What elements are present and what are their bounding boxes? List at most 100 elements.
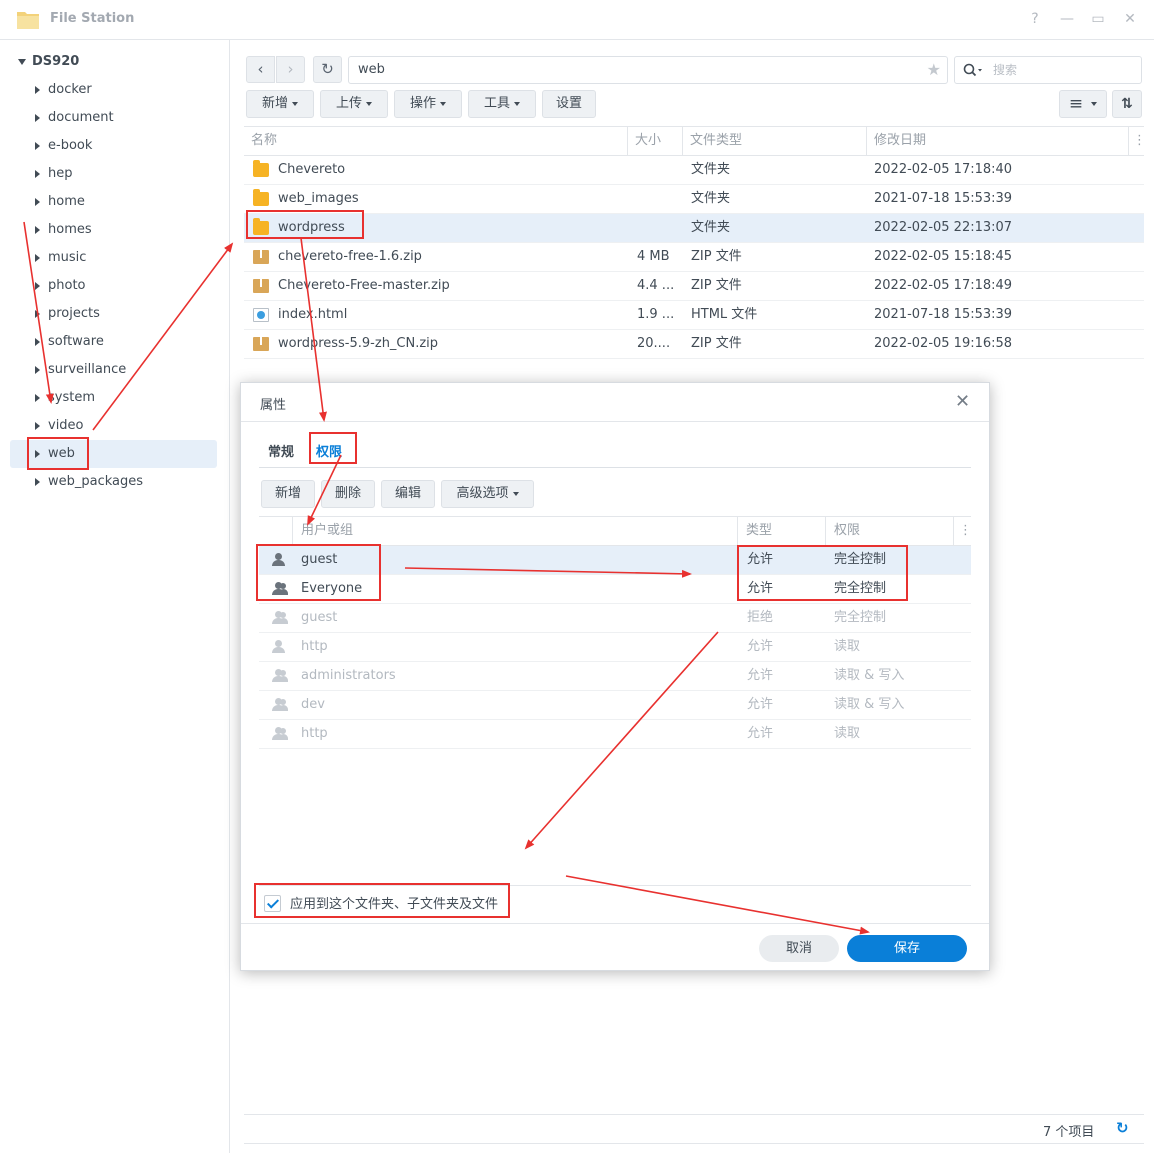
- save-button[interactable]: 保存: [847, 935, 967, 962]
- column-permission[interactable]: 权限: [826, 517, 954, 545]
- perm-delete-button[interactable]: 删除: [321, 480, 375, 508]
- action-button[interactable]: 操作: [394, 90, 462, 118]
- user-icon: [271, 640, 287, 654]
- permission-level: 读取: [834, 639, 861, 654]
- refresh-button[interactable]: ↻: [313, 56, 342, 83]
- column-size[interactable]: 大小: [628, 127, 683, 155]
- caret-right-icon[interactable]: [35, 366, 40, 374]
- tree-item-label: document: [48, 110, 114, 125]
- permission-row[interactable]: guest 拒绝 完全控制: [259, 604, 971, 633]
- file-modified: 2021-07-18 15:53:39: [874, 307, 1013, 322]
- tree-item-music[interactable]: music: [10, 244, 217, 272]
- dialog-close-icon[interactable]: ✕: [955, 391, 970, 412]
- file-row[interactable]: index.html 1.9 ... HTML 文件 2021-07-18 15…: [244, 301, 1144, 330]
- tree-item-home[interactable]: home: [10, 188, 217, 216]
- folder-tree: DS920 docker document e-book hep home ho…: [0, 40, 230, 1153]
- path-bar[interactable]: web ★: [348, 56, 948, 84]
- upload-button[interactable]: 上传: [320, 90, 388, 118]
- caret-right-icon[interactable]: [35, 226, 40, 234]
- minimize-icon[interactable]: —: [1058, 10, 1076, 28]
- column-menu-icon[interactable]: ⋮: [1129, 127, 1146, 155]
- tree-item-photo[interactable]: photo: [10, 272, 217, 300]
- close-icon[interactable]: ✕: [1121, 10, 1139, 28]
- caret-right-icon[interactable]: [35, 422, 40, 430]
- file-row[interactable]: wordpress-5.9-zh_CN.zip 20.... ZIP 文件 20…: [244, 330, 1144, 359]
- dropdown-arrow-icon: [514, 101, 520, 106]
- permission-row[interactable]: http 允许 读取: [259, 633, 971, 662]
- column-name[interactable]: 名称: [244, 127, 628, 155]
- column-user-group[interactable]: 用户或组: [293, 517, 738, 545]
- file-type: ZIP 文件: [691, 336, 742, 351]
- search-input[interactable]: [993, 60, 1133, 80]
- tree-item-e-book[interactable]: e-book: [10, 132, 217, 160]
- tab-general[interactable]: 常规: [268, 441, 294, 460]
- new-button[interactable]: 新增: [246, 90, 314, 118]
- file-row[interactable]: Chevereto-Free-master.zip 4.4 ... ZIP 文件…: [244, 272, 1144, 301]
- caret-right-icon[interactable]: [35, 310, 40, 318]
- tree-item-hep[interactable]: hep: [10, 160, 217, 188]
- refresh-icon[interactable]: ↻: [1116, 1119, 1129, 1137]
- permission-row[interactable]: administrators 允许 读取 & 写入: [259, 662, 971, 691]
- caret-right-icon[interactable]: [35, 86, 40, 94]
- settings-button[interactable]: 设置: [542, 90, 596, 118]
- file-name: wordpress-5.9-zh_CN.zip: [278, 336, 439, 351]
- tree-item-projects[interactable]: projects: [10, 300, 217, 328]
- caret-right-icon[interactable]: [35, 338, 40, 346]
- file-type: ZIP 文件: [691, 278, 742, 293]
- tree-root-label: DS920: [32, 54, 80, 69]
- view-mode-button[interactable]: ≡: [1059, 90, 1107, 118]
- tree-root-ds920[interactable]: DS920: [18, 54, 79, 74]
- forward-button[interactable]: ›: [276, 56, 305, 83]
- caret-right-icon[interactable]: [35, 394, 40, 402]
- maximize-icon[interactable]: ▭: [1089, 10, 1107, 28]
- tree-item-surveillance[interactable]: surveillance: [10, 356, 217, 384]
- file-size: 4 MB: [637, 249, 670, 264]
- tree-item-web-packages[interactable]: web_packages: [10, 468, 217, 496]
- search-icon[interactable]: [963, 57, 983, 83]
- caret-right-icon[interactable]: [35, 142, 40, 150]
- column-modified[interactable]: 修改日期: [867, 127, 1129, 155]
- caret-right-icon[interactable]: [35, 170, 40, 178]
- title-bar: File Station ? — ▭ ✕: [0, 0, 1154, 40]
- column-perm-type[interactable]: 类型: [738, 517, 826, 545]
- caret-right-icon[interactable]: [35, 478, 40, 486]
- cancel-button[interactable]: 取消: [759, 935, 839, 962]
- upload-button-label: 上传: [335, 96, 362, 111]
- star-icon[interactable]: ★: [927, 57, 941, 83]
- help-icon[interactable]: ?: [1026, 10, 1044, 28]
- dialog-footer-divider: [241, 923, 989, 924]
- tree-item-homes[interactable]: homes: [10, 216, 217, 244]
- column-menu-icon[interactable]: ⋮: [954, 517, 972, 545]
- advanced-options-button[interactable]: 高级选项: [441, 480, 534, 508]
- perm-new-button[interactable]: 新增: [261, 480, 315, 508]
- file-type: 文件夹: [691, 220, 731, 235]
- caret-right-icon[interactable]: [35, 198, 40, 206]
- file-size: 20....: [637, 336, 671, 351]
- tree-item-software[interactable]: software: [10, 328, 217, 356]
- caret-right-icon[interactable]: [35, 282, 40, 290]
- tree-item-docker[interactable]: docker: [10, 76, 217, 104]
- tree-item-system[interactable]: system: [10, 384, 217, 412]
- tree-item-label: photo: [48, 278, 86, 293]
- permission-level: 完全控制: [834, 610, 887, 625]
- caret-right-icon[interactable]: [35, 254, 40, 262]
- tree-item-video[interactable]: video: [10, 412, 217, 440]
- caret-right-icon[interactable]: [35, 114, 40, 122]
- file-row[interactable]: wordpress 文件夹 2022-02-05 22:13:07: [244, 214, 1144, 243]
- file-row[interactable]: Chevereto 文件夹 2022-02-05 17:18:40: [244, 156, 1144, 185]
- permission-row[interactable]: http 允许 读取: [259, 720, 971, 749]
- search-box[interactable]: [954, 56, 1142, 84]
- column-icon: [259, 517, 293, 545]
- file-row[interactable]: web_images 文件夹 2021-07-18 15:53:39: [244, 185, 1144, 214]
- sort-button[interactable]: ⇅: [1112, 90, 1142, 118]
- tree-item-label: music: [48, 250, 87, 265]
- tree-item-document[interactable]: document: [10, 104, 217, 132]
- file-row[interactable]: chevereto-free-1.6.zip 4 MB ZIP 文件 2022-…: [244, 243, 1144, 272]
- status-bar-divider: [244, 1114, 1144, 1115]
- permission-row[interactable]: dev 允许 读取 & 写入: [259, 691, 971, 720]
- perm-edit-button[interactable]: 编辑: [381, 480, 435, 508]
- file-size: 4.4 ...: [637, 278, 675, 293]
- column-type[interactable]: 文件类型: [683, 127, 867, 155]
- back-button[interactable]: ‹: [246, 56, 275, 83]
- tools-button[interactable]: 工具: [468, 90, 536, 118]
